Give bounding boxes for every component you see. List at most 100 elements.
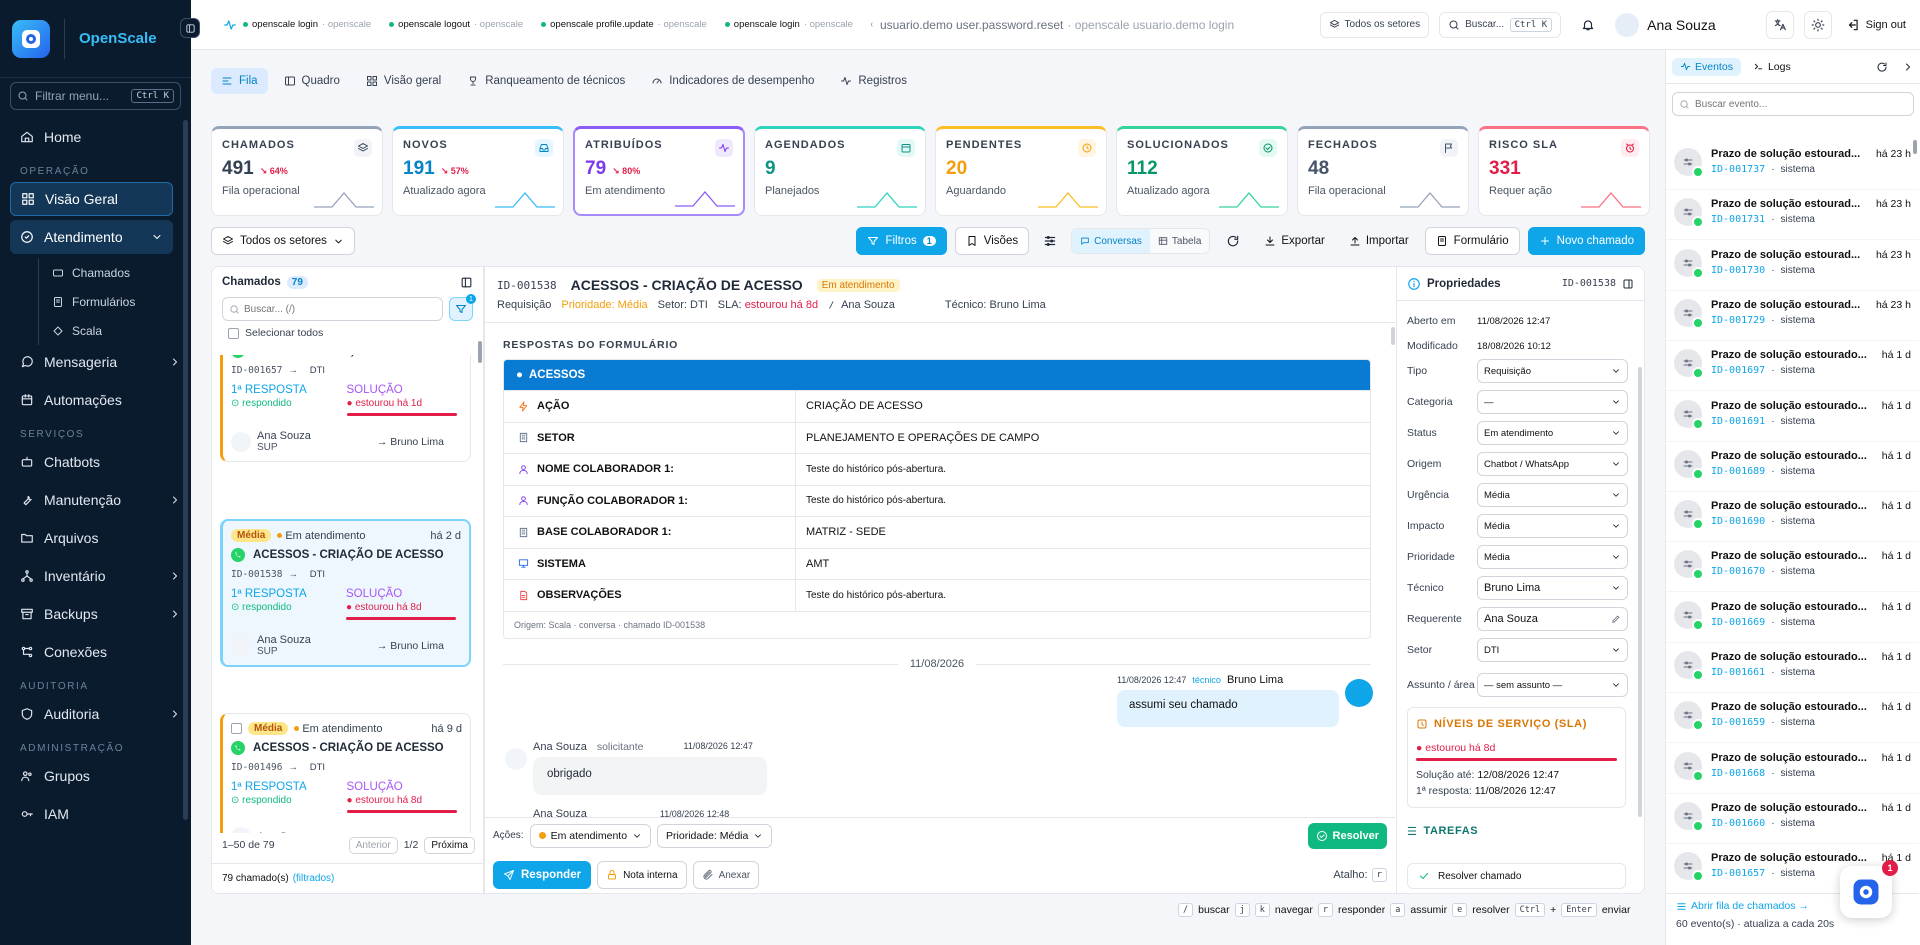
list-filter-button[interactable]: 1 xyxy=(449,294,476,321)
sidebar-item-mensageria[interactable]: Mensageria xyxy=(0,345,191,379)
sliders-icon[interactable] xyxy=(1043,234,1057,248)
sidebar-item-atendimento[interactable]: Atendimento xyxy=(10,220,173,254)
stat-card-solucionados[interactable]: SOLUCIONADOS 112 Atualizado agora xyxy=(1116,126,1288,216)
export-button[interactable]: Exportar xyxy=(1256,235,1332,247)
sector-filter-dropdown[interactable]: Todos os setores xyxy=(211,227,355,255)
priority-dropdown[interactable]: Prioridade: Média xyxy=(657,823,773,848)
sign-out-button[interactable]: Sign out xyxy=(1846,18,1906,32)
filters-button[interactable]: Filtros 1 xyxy=(856,227,947,255)
ticket-search[interactable] xyxy=(222,297,443,321)
internal-note-button[interactable]: Nota interna xyxy=(597,861,687,889)
prop-field-origem[interactable]: Chatbot / WhatsApp xyxy=(1477,452,1628,476)
sidebar-item-auditoria[interactable]: Auditoria xyxy=(0,697,191,731)
user-menu[interactable]: Ana Souza xyxy=(1615,12,1716,37)
prop-field-requerente[interactable]: Ana Souza xyxy=(1477,607,1628,631)
event-item[interactable]: Prazo de solução estourad... há 23 h ID-00… xyxy=(1666,140,1919,190)
tab-registros[interactable]: Registros xyxy=(830,68,917,94)
tab-logs[interactable]: Logs xyxy=(1745,58,1799,76)
stat-card-fechados[interactable]: FECHADOS 48 Fila operacional xyxy=(1297,126,1469,216)
ticket-checkbox[interactable] xyxy=(231,723,242,734)
stat-card-chamados[interactable]: CHAMADOS 491 ↘ 64% Fila operacional xyxy=(211,126,383,216)
sidebar-item-conexoes[interactable]: Conexões xyxy=(0,635,191,669)
list-scrollbar[interactable] xyxy=(478,341,482,363)
sidebar-subitem-chamados[interactable]: Chamados xyxy=(0,258,191,287)
activity-ticker-item[interactable]: openscale profile.update · openscale xyxy=(541,19,707,30)
event-item[interactable]: Prazo de solução estourado... há 1 d ID-00… xyxy=(1666,643,1919,693)
event-search[interactable] xyxy=(1672,92,1914,116)
layout-conversas[interactable]: Conversas xyxy=(1072,229,1150,253)
prop-field-status[interactable]: Em atendimento xyxy=(1477,421,1628,445)
ticket-card[interactable]: ACESSOS - CRIAÇÃO DE ACESSOID-001657→ DT… xyxy=(220,355,471,462)
ticket-search-input[interactable] xyxy=(244,303,436,315)
event-item[interactable]: Prazo de solução estourado... há 1 d ID-00… xyxy=(1666,542,1919,593)
reply-button[interactable]: Responder xyxy=(493,861,592,889)
event-item[interactable]: Prazo de solução estourado... há 1 d ID-00… xyxy=(1666,693,1919,744)
sidebar-item-home[interactable]: Home xyxy=(0,120,191,154)
sidebar-logo[interactable]: OpenScale xyxy=(0,0,191,78)
sidebar-item-backups[interactable]: Backups xyxy=(0,597,191,631)
events-scrollbar[interactable] xyxy=(1913,140,1917,154)
resolve-button[interactable]: Resolver xyxy=(1307,822,1387,849)
sidebar-collapse-icon[interactable] xyxy=(180,18,200,38)
stat-card-pendentes[interactable]: PENDENTES 20 Aguardando xyxy=(935,126,1107,216)
event-item[interactable]: Prazo de solução estourad... há 23 h ID-00… xyxy=(1666,190,1919,241)
event-item[interactable]: Prazo de solução estourado... há 1 d ID-00… xyxy=(1666,794,1919,844)
sectors-button[interactable]: Todos os setores xyxy=(1319,11,1430,38)
event-item[interactable]: Prazo de solução estourado... há 1 d ID-00… xyxy=(1666,744,1919,794)
prop-field-impacto[interactable]: Média xyxy=(1477,514,1628,538)
refresh-icon[interactable] xyxy=(1226,234,1240,248)
event-item[interactable]: Prazo de solução estourado... há 1 d ID-00… xyxy=(1666,392,1919,442)
select-all-checkbox[interactable] xyxy=(228,327,239,339)
tab-fila[interactable]: Fila xyxy=(211,68,268,94)
select-all[interactable]: Selecionar todos xyxy=(212,321,483,339)
tab-visao-geral[interactable]: Visão geral xyxy=(356,68,451,94)
sidebar-item-grupos[interactable]: Grupos xyxy=(0,759,191,793)
chat-widget-button[interactable]: 1 xyxy=(1840,860,1898,918)
attach-button[interactable]: Anexar xyxy=(692,861,760,889)
prop-field-urgência[interactable]: Média xyxy=(1477,483,1628,507)
prop-field-categoria[interactable]: — xyxy=(1477,390,1628,414)
event-item[interactable]: Prazo de solução estourado... há 1 d ID-00… xyxy=(1666,442,1919,492)
form-button[interactable]: Formulário xyxy=(1424,227,1520,255)
translate-icon[interactable] xyxy=(1765,10,1794,39)
sidebar-subitem-scala[interactable]: Scala xyxy=(0,316,191,345)
views-button[interactable]: Visões xyxy=(954,227,1030,255)
event-item[interactable]: Prazo de solução estourad... há 23 h ID-00… xyxy=(1666,291,1919,341)
next-page-button[interactable]: Próxima xyxy=(424,836,475,854)
bell-icon[interactable] xyxy=(1581,18,1595,32)
prop-field-assunto-área[interactable]: — sem assunto — xyxy=(1477,673,1628,697)
sidebar-subitem-formularios[interactable]: Formulários xyxy=(0,287,191,316)
refresh-icon[interactable] xyxy=(1876,61,1888,73)
collapse-panel-icon[interactable] xyxy=(1622,278,1634,290)
event-item[interactable]: Prazo de solução estourado... há 1 d ID-00… xyxy=(1666,341,1919,392)
sidebar-item-chatbots[interactable]: Chatbots xyxy=(0,445,191,479)
sidebar-search-input[interactable] xyxy=(35,89,126,103)
activity-ticker-item[interactable]: openscale login · openscale xyxy=(243,19,371,30)
sidebar-search[interactable]: Ctrl K xyxy=(10,82,181,110)
task-item[interactable]: Resolver chamado xyxy=(1407,863,1626,889)
detail-scrollbar[interactable] xyxy=(1391,327,1395,345)
sidebar-item-arquivos[interactable]: Arquivos xyxy=(0,521,191,555)
stat-card-novos[interactable]: NOVOS 191 ↘ 57% Atualizado agora xyxy=(392,126,564,216)
stat-card-risco-sla[interactable]: RISCO SLA 331 Requer ação xyxy=(1478,126,1650,216)
sidebar-item-inventario[interactable]: Inventário xyxy=(0,559,191,593)
sidebar-item-visao-geral[interactable]: Visão Geral xyxy=(10,182,173,216)
status-dropdown[interactable]: Em atendimento xyxy=(529,823,652,848)
event-item[interactable]: Prazo de solução estourado... há 1 d ID-00… xyxy=(1666,492,1919,543)
properties-scrollbar[interactable] xyxy=(1638,367,1642,817)
prop-field-setor[interactable]: DTI xyxy=(1477,638,1628,662)
sidebar-item-manutencao[interactable]: Manutenção xyxy=(0,483,191,517)
chevron-right-icon[interactable] xyxy=(1902,61,1914,73)
import-button[interactable]: Importar xyxy=(1341,235,1417,247)
activity-ticker-item[interactable]: openscale login · openscale xyxy=(724,19,853,30)
theme-toggle-icon[interactable] xyxy=(1803,10,1832,39)
activity-ticker-item[interactable]: openscale logout · openscale xyxy=(389,19,523,30)
sidebar-item-automacoes[interactable]: Automações xyxy=(0,383,191,417)
tab-eventos[interactable]: Eventos xyxy=(1672,57,1741,76)
tab-ranqueamento[interactable]: Ranqueamento de técnicos xyxy=(457,68,635,94)
sidebar-scrollbar[interactable] xyxy=(183,120,188,820)
ticket-card[interactable]: Média Em atendimento há 2 d ACESSOS - CRIAÇ… xyxy=(220,519,471,667)
new-ticket-button[interactable]: Novo chamado xyxy=(1527,227,1645,255)
event-search-input[interactable] xyxy=(1695,98,1907,110)
collapse-panel-icon[interactable] xyxy=(460,276,473,289)
